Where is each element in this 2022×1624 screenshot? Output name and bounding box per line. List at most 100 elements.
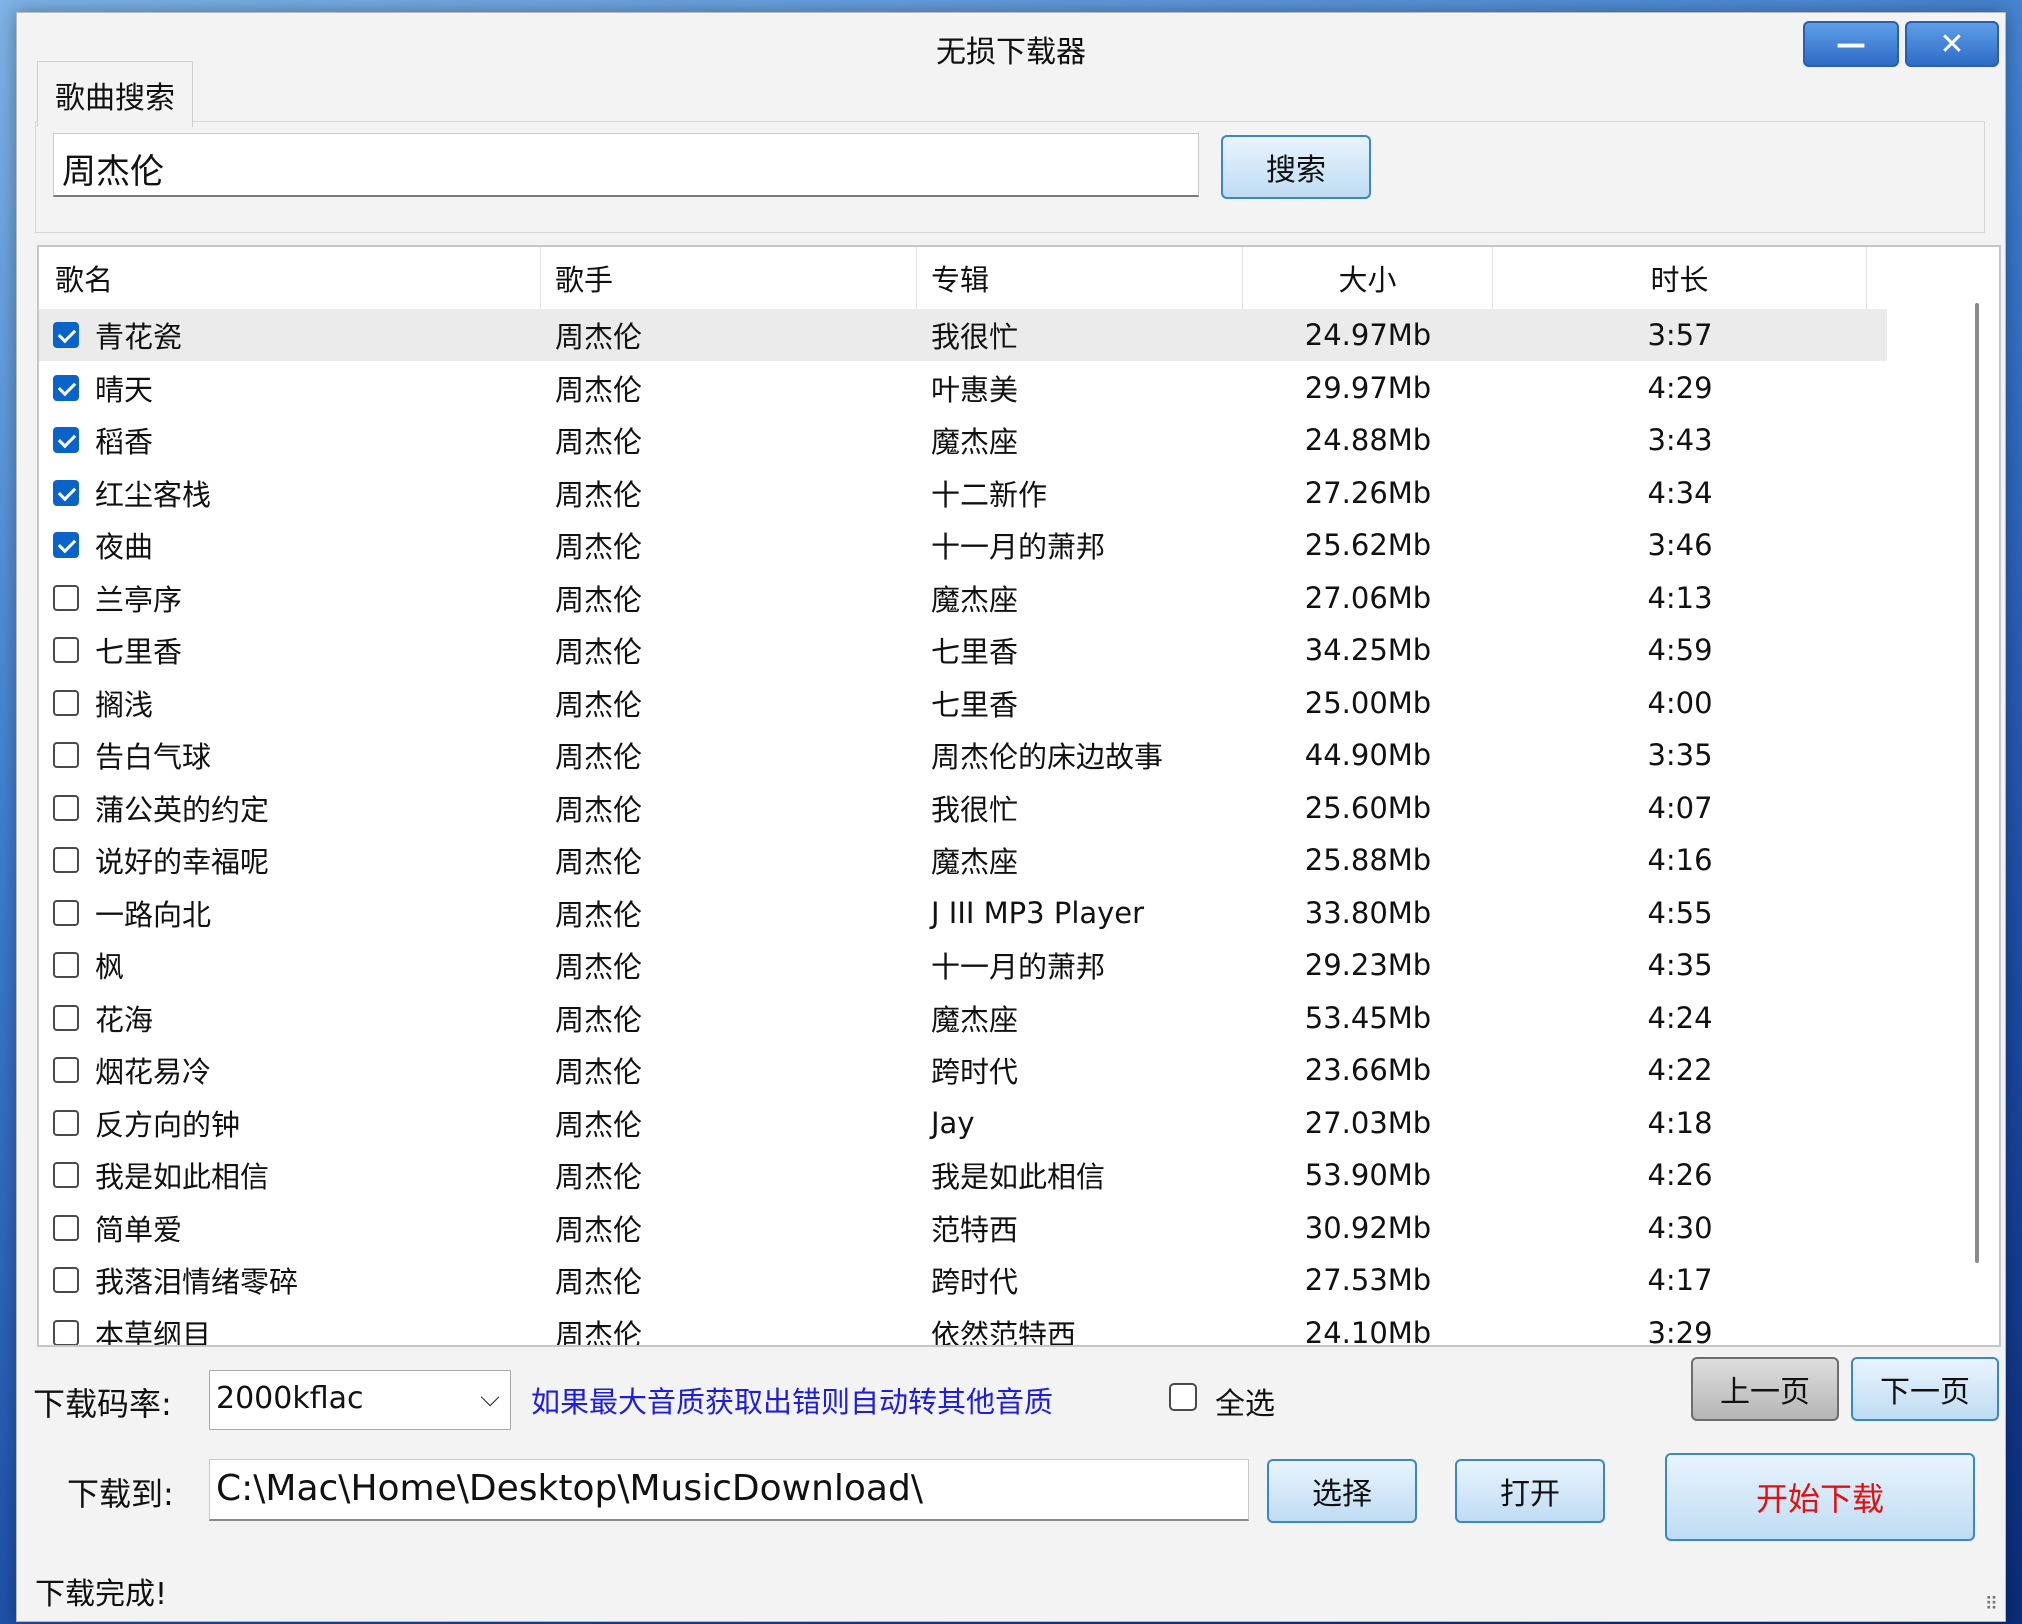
tab-song-search[interactable]: 歌曲搜索 (37, 61, 193, 127)
artist-cell: 周杰伦 (555, 1055, 643, 1089)
window-title: 无损下载器 (936, 35, 1086, 70)
column-header-duration[interactable]: 时长 (1493, 247, 1867, 309)
select-all-checkbox[interactable] (1169, 1383, 1197, 1411)
table-row[interactable]: 一路向北 周杰伦 J III MP3 Player 33.80Mb 4:55 (39, 887, 1887, 939)
duration-cell: 4:35 (1647, 948, 1713, 982)
table-row[interactable]: 本草纲目 周杰伦 依然范特西 24.10Mb 3:29 (39, 1307, 1887, 1347)
table-row[interactable]: 红尘客栈 周杰伦 十二新作 27.26Mb 4:34 (39, 467, 1887, 519)
search-input[interactable]: 周杰伦 (53, 133, 1199, 197)
row-checkbox[interactable] (53, 427, 79, 453)
table-row[interactable]: 晴天 周杰伦 叶惠美 29.97Mb 4:29 (39, 362, 1887, 414)
album-cell: 魔杰座 (931, 845, 1019, 879)
duration-cell: 3:29 (1647, 1315, 1713, 1347)
row-checkbox[interactable] (53, 1214, 79, 1241)
song-title-cell: 稻香 (95, 425, 154, 459)
size-cell: 27.03Mb (1304, 1105, 1432, 1140)
song-title-cell: 告白气球 (95, 740, 212, 774)
song-title-cell: 我是如此相信 (95, 1160, 270, 1194)
table-row[interactable]: 枫 周杰伦 十一月的萧邦 29.23Mb 4:35 (39, 939, 1887, 991)
artist-cell: 周杰伦 (555, 845, 643, 879)
album-cell: 魔杰座 (931, 582, 1019, 617)
album-cell: 跨时代 (931, 1265, 1019, 1299)
size-cell: 24.97Mb (1304, 318, 1432, 352)
choose-folder-button[interactable]: 选择 (1267, 1459, 1417, 1523)
row-checkbox[interactable] (53, 374, 79, 401)
close-button[interactable]: ✕ (1905, 21, 1999, 67)
row-checkbox[interactable] (53, 742, 79, 768)
table-row[interactable]: 反方向的钟 周杰伦 Jay 27.03Mb 4:18 (39, 1097, 1887, 1149)
size-cell: 27.53Mb (1304, 1263, 1432, 1297)
table-row[interactable]: 我是如此相信 周杰伦 我是如此相信 53.90Mb 4:26 (39, 1149, 1887, 1201)
column-header-title[interactable]: 歌名 (39, 247, 541, 309)
artist-cell: 周杰伦 (555, 687, 643, 722)
song-title-cell: 一路向北 (95, 897, 212, 932)
download-to-label: 下载到: (67, 1475, 174, 1513)
table-row[interactable]: 简单爱 周杰伦 范特西 30.92Mb 4:30 (39, 1202, 1887, 1254)
prev-page-button[interactable]: 上一页 (1691, 1357, 1839, 1421)
table-row[interactable]: 蒲公英的约定 周杰伦 我很忙 25.60Mb 4:07 (39, 782, 1887, 834)
row-checkbox[interactable] (53, 899, 79, 926)
row-checkbox[interactable] (53, 584, 79, 611)
table-row[interactable]: 花海 周杰伦 魔杰座 53.45Mb 4:24 (39, 992, 1887, 1044)
artist-cell: 周杰伦 (555, 1160, 643, 1194)
search-button[interactable]: 搜索 (1221, 135, 1371, 199)
app-window: 无损下载器 — ✕ 歌曲搜索 周杰伦 搜索 歌名 歌手 专辑 大小 时长 青花瓷… (16, 12, 2006, 1622)
song-title-cell: 本草纲目 (95, 1317, 212, 1347)
minimize-icon: — (1836, 26, 1866, 62)
row-checkbox[interactable] (53, 1267, 79, 1293)
row-checkbox[interactable] (53, 1057, 79, 1083)
duration-cell: 4:07 (1647, 790, 1713, 825)
table-row[interactable]: 青花瓷 周杰伦 我很忙 24.97Mb 3:57 (39, 309, 1887, 361)
size-cell: 29.97Mb (1304, 370, 1432, 405)
duration-cell: 4:13 (1647, 580, 1713, 615)
row-checkbox[interactable] (53, 1162, 79, 1188)
row-checkbox[interactable] (53, 1004, 79, 1031)
row-checkbox[interactable] (53, 689, 79, 716)
size-cell: 53.45Mb (1304, 1000, 1432, 1035)
artist-cell: 周杰伦 (555, 320, 643, 354)
minimize-button[interactable]: — (1803, 21, 1899, 67)
size-cell: 27.26Mb (1304, 475, 1432, 510)
song-title-cell: 七里香 (95, 635, 183, 669)
album-cell: Jay (931, 1105, 975, 1140)
column-header-album[interactable]: 专辑 (917, 247, 1243, 309)
row-checkbox[interactable] (53, 1319, 79, 1345)
table-row[interactable]: 烟花易冷 周杰伦 跨时代 23.66Mb 4:22 (39, 1044, 1887, 1096)
start-download-button[interactable]: 开始下载 (1665, 1453, 1975, 1541)
artist-cell: 周杰伦 (555, 950, 643, 984)
table-row[interactable]: 告白气球 周杰伦 周杰伦的床边故事 44.90Mb 3:35 (39, 729, 1887, 781)
row-checkbox[interactable] (53, 952, 79, 978)
table-row[interactable]: 兰亭序 周杰伦 魔杰座 27.06Mb 4:13 (39, 572, 1887, 624)
next-page-button[interactable]: 下一页 (1851, 1357, 1999, 1421)
row-checkbox[interactable] (53, 1109, 79, 1136)
bitrate-select[interactable]: 2000kflac ⌵ (209, 1370, 511, 1430)
row-checkbox[interactable] (53, 794, 79, 821)
table-row[interactable]: 稻香 周杰伦 魔杰座 24.88Mb 3:43 (39, 414, 1887, 466)
table-row[interactable]: 我落泪情绪零碎 周杰伦 跨时代 27.53Mb 4:17 (39, 1254, 1887, 1306)
artist-cell: 周杰伦 (555, 792, 643, 827)
resize-grip-icon[interactable]: ⠿ (1985, 1594, 1999, 1615)
column-header-artist[interactable]: 歌手 (541, 247, 917, 309)
row-checkbox[interactable] (53, 532, 79, 558)
vertical-scrollbar[interactable] (1975, 303, 1979, 1263)
size-cell: 33.80Mb (1304, 895, 1432, 930)
row-checkbox[interactable] (53, 637, 79, 663)
duration-cell: 4:00 (1647, 685, 1713, 720)
table-row[interactable]: 七里香 周杰伦 七里香 34.25Mb 4:59 (39, 624, 1887, 676)
album-cell: 十二新作 (931, 477, 1048, 512)
album-cell: 我很忙 (931, 792, 1019, 827)
album-cell: 七里香 (931, 687, 1019, 722)
table-row[interactable]: 夜曲 周杰伦 十一月的萧邦 25.62Mb 3:46 (39, 519, 1887, 571)
album-cell: 我是如此相信 (931, 1160, 1106, 1194)
row-checkbox[interactable] (53, 479, 79, 506)
select-all-label[interactable]: 全选 (1215, 1379, 1275, 1423)
column-header-size[interactable]: 大小 (1243, 247, 1493, 309)
table-row[interactable]: 说好的幸福呢 周杰伦 魔杰座 25.88Mb 4:16 (39, 834, 1887, 886)
table-row[interactable]: 搁浅 周杰伦 七里香 25.00Mb 4:00 (39, 677, 1887, 729)
artist-cell: 周杰伦 (555, 897, 643, 932)
row-checkbox[interactable] (53, 322, 79, 348)
row-checkbox[interactable] (53, 847, 79, 873)
bitrate-value: 2000kflac (216, 1381, 364, 1416)
download-path-field[interactable]: C:\Mac\Home\Desktop\MusicDownload\ (209, 1459, 1249, 1521)
open-folder-button[interactable]: 打开 (1455, 1459, 1605, 1523)
